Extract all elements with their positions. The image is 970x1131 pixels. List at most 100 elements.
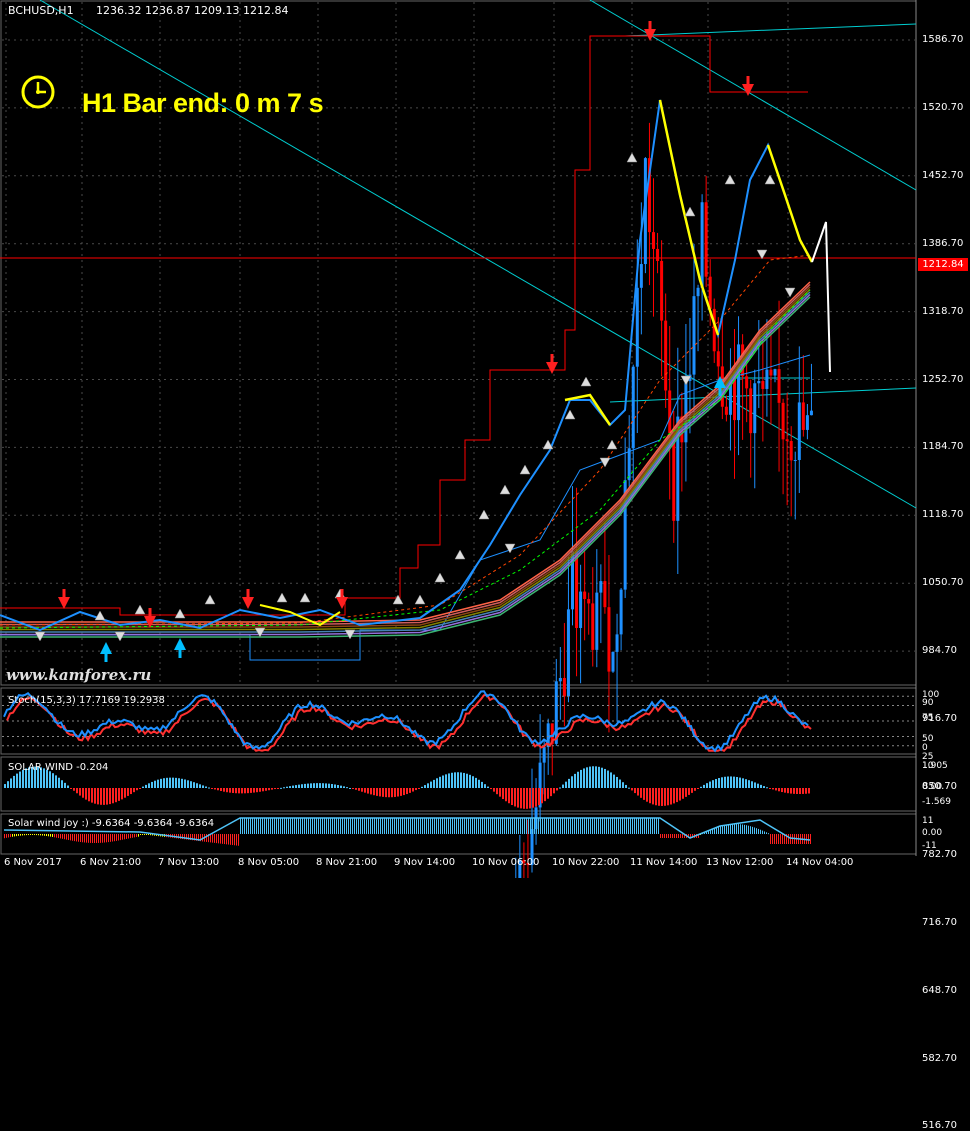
time-tick: 9 Nov 14:00: [394, 857, 456, 868]
solar-wind-bar: [292, 785, 294, 788]
joy-bar: [308, 818, 309, 834]
solar-wind-bar: [13, 775, 15, 788]
solar-wind-bar: [766, 787, 768, 789]
solar-wind-bar: [109, 788, 111, 805]
solar-wind-bar: [442, 775, 444, 788]
joy-bar: [782, 834, 783, 844]
solar-wind-bar: [208, 787, 210, 789]
joy-bar: [762, 830, 763, 834]
solar-wind-bar: [136, 788, 138, 791]
solar-wind-bar: [802, 788, 804, 794]
candle-body: [660, 260, 664, 321]
solar-wind-bar: [625, 784, 627, 788]
solar-wind-bar: [76, 788, 78, 794]
joy-bar: [370, 818, 371, 834]
price-tick: 1118.70: [922, 509, 964, 521]
indicator-level: 0.00: [922, 782, 943, 792]
solar-wind-bar: [634, 788, 636, 794]
joy-bar: [736, 824, 737, 834]
candle-body: [749, 388, 753, 434]
solar-wind-bar: [364, 788, 366, 793]
moving-average: [0, 296, 811, 638]
solar-wind-bar: [775, 788, 777, 791]
joy-bar: [676, 834, 677, 838]
solar-wind-bar: [706, 783, 708, 788]
solar-wind-bar: [742, 778, 744, 788]
joy-bar: [256, 818, 257, 834]
solar-wind-bar: [529, 788, 531, 809]
joy-bar: [292, 818, 293, 834]
solar-wind-bar: [439, 776, 441, 788]
solar-wind-bar: [205, 786, 207, 788]
fast-ma-highlight: [766, 144, 814, 263]
joy-bar: [776, 834, 777, 844]
solar-wind-bar: [469, 774, 471, 788]
joy-bar: [336, 818, 337, 834]
solar-wind-bar: [295, 785, 297, 788]
joy-bar: [262, 818, 263, 834]
solar-wind-bar: [358, 788, 360, 791]
joy-bar: [72, 834, 73, 841]
solar-wind-bar: [202, 785, 204, 788]
joy-bar: [374, 818, 375, 834]
price-channel-upper: [0, 35, 808, 616]
solar-wind-bar: [223, 788, 225, 792]
joy-bar: [744, 824, 745, 834]
trading-chart[interactable]: [0, 0, 970, 878]
joy-bar: [372, 818, 373, 834]
solar-wind-bar: [535, 788, 537, 807]
joy-bar: [726, 824, 727, 834]
solar-wind-bar: [475, 777, 477, 788]
solar-wind-bar: [526, 788, 528, 809]
solar-wind-bar: [289, 786, 291, 788]
candle-body: [684, 380, 688, 443]
joy-bar: [474, 818, 475, 834]
joy-bar: [608, 818, 609, 834]
joy-bar: [130, 834, 131, 839]
joy-bar: [554, 818, 555, 834]
solar-wind-bar: [790, 788, 792, 794]
candle-body: [745, 376, 749, 389]
joy-bar: [258, 818, 259, 834]
joy-bar: [436, 818, 437, 834]
joy-bar: [518, 818, 519, 834]
candle-body: [554, 681, 558, 744]
joy-bar: [748, 825, 749, 834]
solar-wind-bar: [601, 767, 603, 788]
joy-bar: [254, 818, 255, 834]
joy-bar: [68, 834, 69, 841]
solar-wind-bar: [646, 788, 648, 802]
joy-bar: [770, 834, 771, 844]
solar-wind-bar: [700, 786, 702, 788]
solar-wind-bar: [241, 788, 243, 794]
solar-wind-bar: [235, 788, 237, 794]
joy-bar: [136, 834, 137, 838]
candle-body: [603, 581, 607, 608]
solar-wind-bar: [124, 788, 126, 798]
joy-bar: [486, 818, 487, 834]
solar-wind-bar: [649, 788, 651, 804]
candle-body: [793, 460, 797, 462]
candle-body: [773, 369, 777, 376]
solar-wind-label: SOLAR WIND -0.204: [8, 762, 109, 773]
joy-bar: [320, 818, 321, 834]
joy-bar: [526, 818, 527, 834]
solar-wind-bar: [16, 773, 18, 788]
indicator-level: 11: [922, 816, 934, 826]
joy-bar: [76, 834, 77, 842]
joy-bar: [288, 818, 289, 834]
candle-body: [668, 390, 672, 434]
joy-bar: [78, 834, 79, 842]
solar-wind-bar: [781, 788, 783, 793]
solar-wind-bar: [772, 788, 774, 790]
solar-wind-bar: [769, 788, 771, 789]
joy-bar: [654, 818, 655, 834]
joy-bar: [364, 818, 365, 834]
solar-wind-bar: [715, 778, 717, 788]
joy-bar: [532, 818, 533, 834]
fractal-down-icon: [599, 457, 611, 468]
solar-wind-bar: [484, 784, 486, 788]
joy-bar: [754, 827, 755, 834]
joy-bar: [536, 818, 537, 834]
solar-wind-bar: [253, 788, 255, 793]
